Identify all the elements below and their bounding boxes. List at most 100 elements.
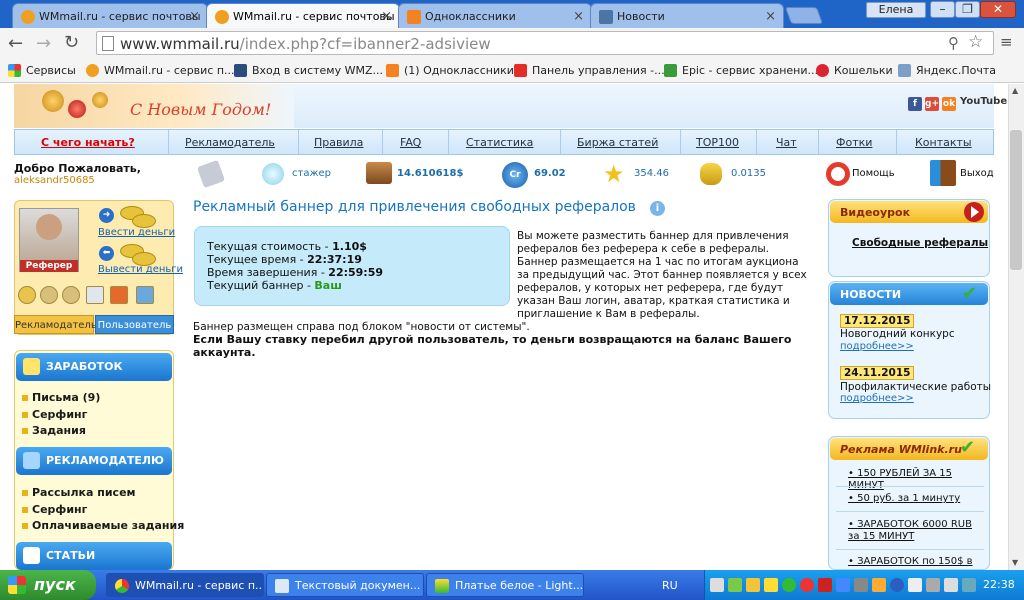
tray-app-icon[interactable]	[854, 578, 868, 592]
youtube-icon[interactable]: YouTube	[960, 96, 1007, 107]
scroll-down-icon[interactable]: ▼	[1012, 558, 1018, 567]
menu-icon[interactable]: ≡	[1000, 33, 1013, 51]
bookmark-wallets[interactable]: Кошельки	[816, 64, 893, 77]
news-more-link[interactable]: подробнее>>	[840, 393, 914, 404]
tray-app-icon[interactable]	[962, 578, 976, 592]
ad-divider	[836, 511, 984, 512]
google-plus-icon[interactable]: g+	[925, 97, 939, 111]
tray-app-icon[interactable]	[782, 578, 796, 592]
task-text-document[interactable]: Текстовый докумен...	[266, 573, 424, 597]
menu-top100[interactable]: TOP100	[696, 136, 739, 149]
close-window-button[interactable]: ✕	[980, 1, 1016, 18]
volume-icon[interactable]	[872, 578, 886, 592]
tab-odnoklassniki[interactable]: Одноклассники ×	[398, 3, 592, 28]
tray-app-icon[interactable]	[944, 578, 958, 592]
logout-link[interactable]: Выход	[960, 168, 994, 179]
reload-icon[interactable]: ↻	[64, 32, 79, 53]
tab-wmmail-1[interactable]: WMmail.ru - сервис почтовы ×	[12, 3, 208, 28]
forward-arrow-icon[interactable]: →	[36, 33, 51, 54]
back-arrow-icon[interactable]: ←	[8, 33, 23, 54]
ad-link[interactable]: • 50 руб. за 1 минуту	[848, 493, 978, 505]
section-earnings[interactable]: ЗАРАБОТОК	[16, 353, 172, 381]
maximize-button[interactable]: ❐	[955, 1, 980, 18]
bluetooth-icon[interactable]	[890, 578, 904, 592]
menu-divider	[560, 130, 561, 154]
tray-app-icon[interactable]	[746, 578, 760, 592]
youtube-favicon-icon	[514, 64, 527, 77]
bookmark-wmmail[interactable]: WMmail.ru - сервис п...	[86, 64, 235, 77]
bookmark-yandex-mail[interactable]: Яндекс.Почта	[898, 64, 996, 77]
close-tab-icon[interactable]: ×	[765, 9, 776, 24]
menu-rules[interactable]: Правила	[314, 136, 363, 149]
sidebar-item-tasks[interactable]: Задания	[22, 424, 86, 437]
network-icon[interactable]	[908, 578, 922, 592]
bookmark-epic[interactable]: Epic - сервис хранени...	[664, 64, 818, 77]
task-chrome[interactable]: WMmail.ru - сервис п...	[106, 573, 264, 597]
bookmark-label: Кошельки	[834, 64, 893, 77]
odnoklassniki-icon[interactable]: ok	[942, 97, 956, 111]
menu-divider	[382, 130, 383, 154]
ad-link[interactable]: • ЗАРАБОТОК 6000 RUB за 15 МИНУТ	[848, 519, 978, 543]
new-tab-button[interactable]	[784, 7, 824, 24]
bookmark-control-panel[interactable]: Панель управления -...	[514, 64, 665, 77]
sidebar-item-surfing[interactable]: Серфинг	[22, 408, 87, 421]
start-button[interactable]: пуск	[0, 570, 96, 600]
sidebar-item-letters[interactable]: Письма (9)	[22, 391, 100, 404]
role-advertiser-tab[interactable]: Рекламодатель	[14, 315, 97, 334]
url-text[interactable]: www.wmmail.ru/index.php?cf=ibanner2-adsi…	[120, 35, 491, 53]
section-articles[interactable]: СТАТЬИ	[16, 542, 172, 570]
arrow-left-icon[interactable]: ⬅	[99, 246, 114, 261]
ad-link[interactable]: • 150 РУБЛЕЙ ЗА 15 МИНУТ	[848, 468, 978, 492]
menu-faq[interactable]: FAQ	[400, 136, 421, 149]
tray-app-icon[interactable]	[710, 578, 724, 592]
menu-photos[interactable]: Фотки	[836, 136, 872, 149]
bookmark-services[interactable]: Сервисы	[8, 64, 76, 77]
minimize-button[interactable]: –	[930, 1, 955, 18]
language-indicator[interactable]: RU	[662, 579, 678, 592]
clock[interactable]: 22:38	[983, 578, 1015, 591]
bookmark-wmz[interactable]: Вход в систему WMZ...	[234, 64, 383, 77]
section-title: ЗАРАБОТОК	[46, 360, 123, 373]
role-user-tab[interactable]: Пользователь	[95, 315, 174, 334]
tray-app-icon[interactable]	[836, 578, 850, 592]
profile-button[interactable]: Елена	[866, 2, 926, 18]
info-icon[interactable]: i	[650, 201, 665, 216]
tray-app-icon[interactable]	[818, 578, 832, 592]
arrow-right-icon[interactable]: ➜	[99, 208, 114, 223]
username[interactable]: aleksandr50685	[14, 175, 95, 186]
menu-advertiser[interactable]: Рекламодатель	[185, 136, 275, 149]
bookmark-odnoklassniki[interactable]: (1) Одноклассники	[386, 64, 514, 77]
withdraw-link[interactable]: Вывести деньги	[98, 264, 183, 275]
task-lightshot[interactable]: Платье белое - Light...	[426, 573, 584, 597]
close-tab-icon[interactable]: ×	[189, 9, 200, 24]
sidebar-item-adv-surfing[interactable]: Серфинг	[22, 503, 87, 516]
lifebuoy-icon[interactable]	[826, 162, 850, 186]
sidebar-item-mailing[interactable]: Рассылка писем	[22, 486, 136, 499]
close-tab-icon[interactable]: ×	[573, 9, 584, 24]
tray-app-icon[interactable]	[800, 578, 814, 592]
search-icon[interactable]: ⚲	[948, 34, 959, 52]
tab-vk-news[interactable]: Новости ×	[590, 3, 784, 28]
scrollbar-thumb[interactable]	[1010, 130, 1022, 270]
tab-wmmail-2[interactable]: WMmail.ru - сервис почтовы ×	[206, 3, 400, 28]
menu-contacts[interactable]: Контакты	[915, 136, 972, 149]
menu-statistics[interactable]: Статистика	[466, 136, 533, 149]
facebook-icon[interactable]: f	[908, 97, 922, 111]
news-more-link[interactable]: подробнее>>	[840, 341, 914, 352]
sidebar-item-paid-tasks[interactable]: Оплачиваемые задания	[22, 519, 184, 532]
ad-link[interactable]: • ЗАРАБОТОК по 150$ в	[848, 556, 978, 568]
logout-door-icon[interactable]	[930, 160, 956, 186]
tray-app-icon[interactable]	[728, 578, 742, 592]
close-tab-icon[interactable]: ×	[381, 9, 392, 24]
video-lesson-link[interactable]: Свободные рефералы	[852, 237, 988, 249]
help-link[interactable]: Помощь	[852, 168, 895, 179]
deposit-link[interactable]: Ввести деньги	[98, 227, 175, 238]
menu-getting-started[interactable]: С чего начать?	[41, 136, 135, 149]
menu-chat[interactable]: Чат	[776, 136, 797, 149]
menu-article-exchange[interactable]: Биржа статей	[577, 136, 658, 149]
star-icon[interactable]: ☆	[968, 32, 983, 52]
tray-app-icon[interactable]	[764, 578, 778, 592]
section-advertiser[interactable]: РЕКЛАМОДАТЕЛЮ	[16, 447, 172, 475]
scroll-up-icon[interactable]: ▲	[1012, 86, 1018, 95]
tray-app-icon[interactable]	[926, 578, 940, 592]
